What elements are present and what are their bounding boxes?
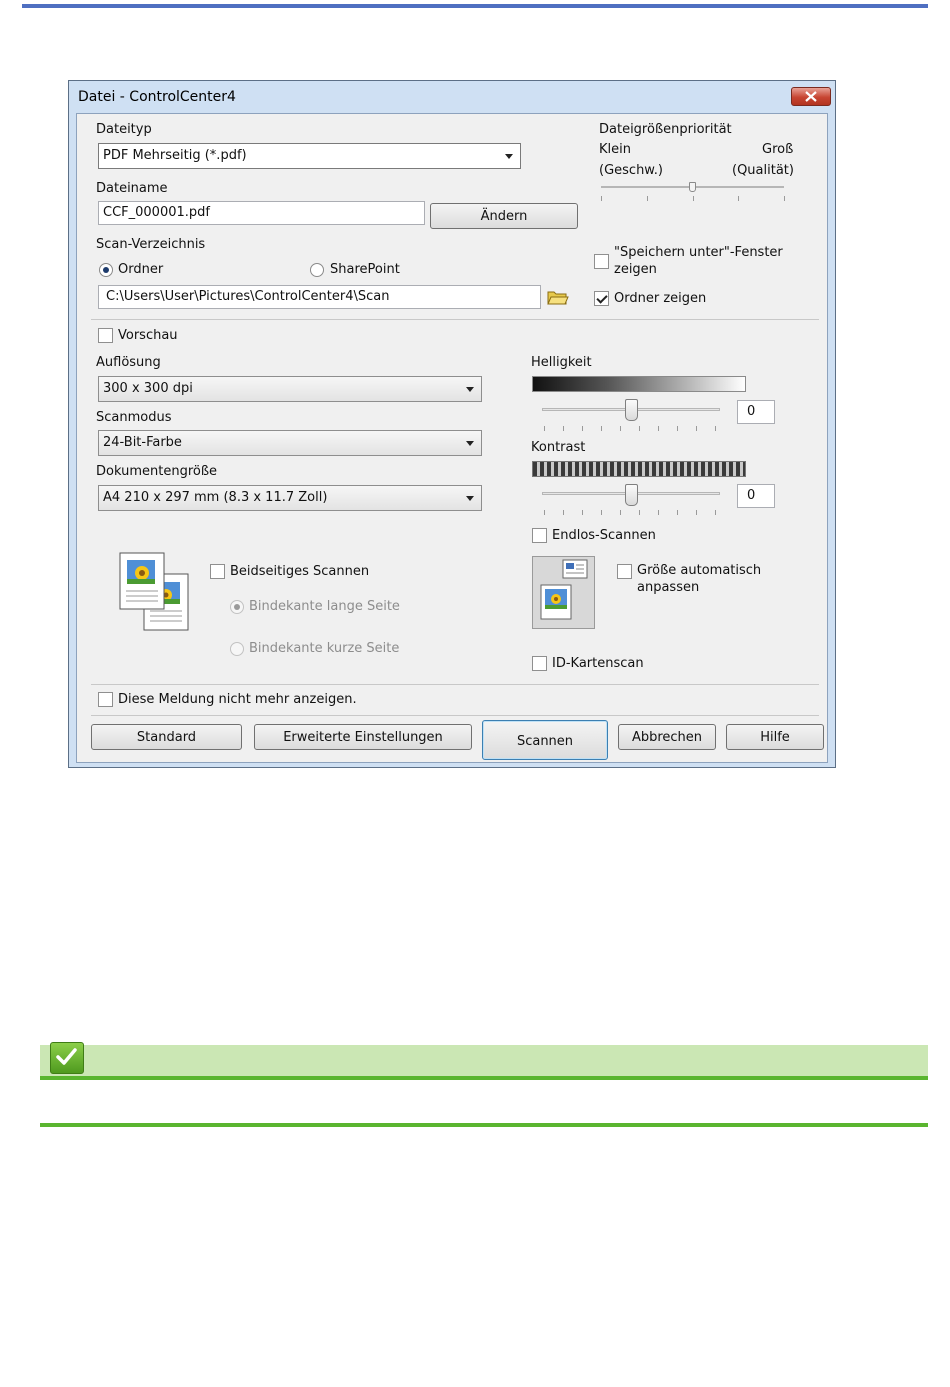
file-size-slider-thumb[interactable] bbox=[689, 182, 696, 192]
contrast-slider-ticks bbox=[544, 510, 720, 516]
brightness-slider-ticks bbox=[544, 426, 720, 432]
brightness-gradient bbox=[532, 376, 746, 392]
file-size-priority-label: Dateigrößenpriorität bbox=[599, 122, 732, 137]
size-small-sub-label: (Geschw.) bbox=[599, 163, 663, 178]
auto-size-illustration bbox=[532, 556, 595, 629]
dialog-client-area: Dateityp PDF Mehrseitig (*.pdf) Dateinam… bbox=[76, 113, 828, 763]
checkmark-note-icon bbox=[50, 1042, 84, 1074]
id-card-scan-checkbox[interactable] bbox=[532, 656, 547, 671]
file-size-slider-ticks bbox=[601, 196, 785, 202]
show-folder-label: Ordner zeigen bbox=[614, 291, 707, 306]
title-bar[interactable]: Datei - ControlCenter4 bbox=[69, 81, 835, 113]
separator bbox=[91, 684, 819, 685]
close-button[interactable] bbox=[791, 87, 831, 106]
document-size-select[interactable]: A4 210 x 297 mm (8.3 x 11.7 Zoll) bbox=[98, 485, 482, 511]
resolution-label: Auflösung bbox=[96, 355, 161, 370]
chevron-down-icon bbox=[505, 154, 513, 159]
file-name-value: CCF_000001.pdf bbox=[103, 205, 210, 220]
radio-folder[interactable] bbox=[99, 263, 113, 277]
note-bar bbox=[40, 1045, 928, 1076]
radio-folder-label: Ordner bbox=[118, 262, 164, 277]
dont-show-again-checkbox[interactable] bbox=[98, 692, 113, 707]
chevron-down-icon bbox=[466, 387, 474, 392]
advanced-settings-button[interactable]: Erweiterte Einstellungen bbox=[254, 724, 472, 750]
file-type-value: PDF Mehrseitig (*.pdf) bbox=[103, 148, 247, 163]
document-size-value: A4 210 x 297 mm (8.3 x 11.7 Zoll) bbox=[103, 490, 328, 505]
brightness-label: Helligkeit bbox=[531, 355, 592, 370]
separator bbox=[91, 715, 819, 716]
folder-browse-icon[interactable] bbox=[547, 289, 569, 306]
note-rule-bottom bbox=[40, 1123, 928, 1127]
file-type-label: Dateityp bbox=[96, 122, 152, 137]
document-size-label: Dokumentengröße bbox=[96, 464, 218, 479]
show-folder-checkbox[interactable] bbox=[594, 291, 609, 306]
file-name-field[interactable]: CCF_000001.pdf bbox=[98, 201, 425, 225]
file-type-select[interactable]: PDF Mehrseitig (*.pdf) bbox=[98, 143, 521, 169]
cancel-button[interactable]: Abbrechen bbox=[618, 724, 716, 750]
duplex-pages-icon bbox=[119, 552, 189, 631]
scan-button[interactable]: Scannen bbox=[482, 720, 608, 760]
radio-short-edge-label: Bindekante kurze Seite bbox=[249, 641, 400, 656]
dont-show-again-label: Diese Meldung nicht mehr anzeigen. bbox=[118, 692, 357, 707]
resolution-select[interactable]: 300 x 300 dpi bbox=[98, 376, 482, 402]
duplex-checkbox[interactable] bbox=[210, 564, 225, 579]
auto-size-checkbox[interactable] bbox=[617, 564, 632, 579]
separator bbox=[91, 319, 819, 320]
radio-long-edge-label: Bindekante lange Seite bbox=[249, 599, 400, 614]
contrast-label: Kontrast bbox=[531, 440, 586, 455]
scan-path-value: C:\Users\User\Pictures\ControlCenter4\Sc… bbox=[106, 289, 390, 304]
continuous-scan-label: Endlos-Scannen bbox=[552, 528, 656, 543]
file-name-label: Dateiname bbox=[96, 181, 168, 196]
auto-size-icon bbox=[540, 559, 588, 620]
note-rule-top bbox=[40, 1076, 928, 1080]
contrast-pattern bbox=[532, 461, 746, 477]
chevron-down-icon bbox=[466, 441, 474, 446]
top-rule bbox=[22, 4, 928, 8]
help-button[interactable]: Hilfe bbox=[726, 724, 824, 750]
radio-long-edge[interactable] bbox=[230, 600, 244, 614]
save-as-window-label-2: zeigen bbox=[614, 262, 657, 277]
scan-location-label: Scan-Verzeichnis bbox=[96, 237, 206, 252]
chevron-down-icon bbox=[466, 496, 474, 501]
scan-mode-select[interactable]: 24-Bit-Farbe bbox=[98, 430, 482, 456]
radio-short-edge[interactable] bbox=[230, 642, 244, 656]
save-as-window-label-1: "Speichern unter"-Fenster bbox=[614, 245, 783, 260]
radio-sharepoint-label: SharePoint bbox=[330, 262, 400, 277]
duplex-label: Beidseitiges Scannen bbox=[230, 564, 370, 579]
window-title: Datei - ControlCenter4 bbox=[78, 89, 236, 105]
id-card-scan-label: ID-Kartenscan bbox=[552, 656, 644, 671]
auto-size-label-1: Größe automatisch bbox=[637, 563, 762, 578]
scan-mode-label: Scanmodus bbox=[96, 410, 172, 425]
preview-checkbox[interactable] bbox=[98, 328, 113, 343]
size-large-label: Groß bbox=[762, 142, 794, 157]
continuous-scan-checkbox[interactable] bbox=[532, 528, 547, 543]
scan-mode-value: 24-Bit-Farbe bbox=[103, 435, 182, 450]
standard-button[interactable]: Standard bbox=[91, 724, 242, 750]
radio-sharepoint[interactable] bbox=[310, 263, 324, 277]
resolution-value: 300 x 300 dpi bbox=[103, 381, 193, 396]
contrast-value[interactable]: 0 bbox=[737, 484, 775, 508]
save-as-window-checkbox[interactable] bbox=[594, 254, 609, 269]
preview-label: Vorschau bbox=[118, 328, 178, 343]
contrast-slider-thumb[interactable] bbox=[625, 484, 638, 506]
size-large-sub-label: (Qualität) bbox=[732, 163, 794, 178]
auto-size-label-2: anpassen bbox=[637, 580, 700, 595]
size-small-label: Klein bbox=[599, 142, 631, 157]
dialog-window: Datei - ControlCenter4 Dateityp PDF Mehr… bbox=[68, 80, 836, 768]
close-icon bbox=[805, 91, 817, 102]
brightness-value[interactable]: 0 bbox=[737, 400, 775, 424]
brightness-slider-thumb[interactable] bbox=[625, 399, 638, 421]
change-button[interactable]: Ändern bbox=[430, 203, 578, 229]
scan-path-field[interactable]: C:\Users\User\Pictures\ControlCenter4\Sc… bbox=[98, 285, 541, 309]
